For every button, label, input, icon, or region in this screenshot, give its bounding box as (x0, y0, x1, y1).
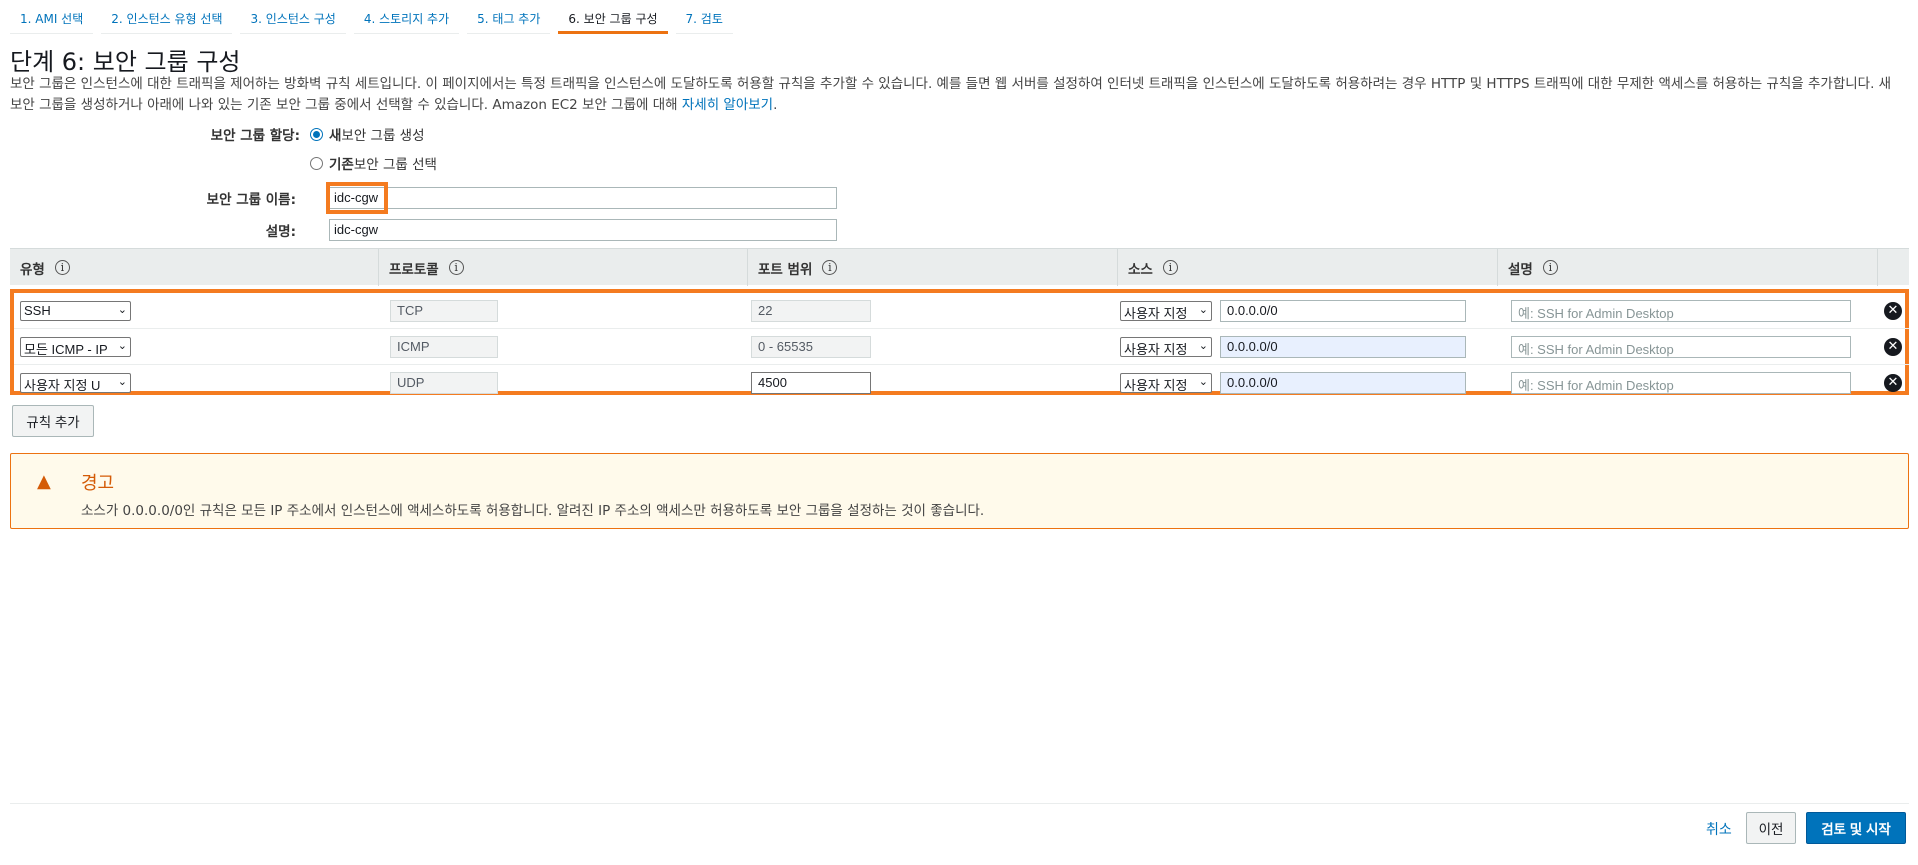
previous-button[interactable]: 이전 (1746, 812, 1796, 844)
table-row: 모든 ICMP - IP ⌄ ICMP 0 - 65535 사용자 지정 ⌄ 0.0… (14, 329, 1909, 365)
assign-label: 보안 그룹 할당: (210, 128, 300, 144)
radio-new-bold: 새 (329, 128, 342, 144)
source-type-value: 사용자 지정 (1124, 306, 1188, 321)
source-input[interactable]: 0.0.0.0/0 (1220, 372, 1466, 394)
port-field: 22 (751, 300, 871, 322)
remove-rule-icon[interactable]: ✕ (1884, 374, 1902, 392)
footer-divider (10, 803, 1909, 804)
radio-existing-label: 보안 그룹 선택 (353, 157, 437, 173)
radio-existing-group[interactable]: 기존 보안 그룹 선택 (310, 153, 437, 173)
tab-review[interactable]: 7. 검토 (675, 0, 733, 34)
radio-new-label: 보안 그룹 생성 (341, 128, 425, 144)
info-icon[interactable]: i (1162, 260, 1178, 275)
table-row: 사용자 지정 U ⌄ UDP 4500 사용자 지정 ⌄ 0.0.0.0/0 예: … (14, 365, 1909, 401)
add-rule-button[interactable]: 규칙 추가 (12, 405, 94, 437)
tab-security-group[interactable]: 6. 보안 그룹 구성 (558, 0, 668, 34)
intro-body: 보안 그룹은 인스턴스에 대한 트래픽을 제어하는 방화벽 규칙 세트입니다. … (10, 76, 1892, 113)
radio-existing-button[interactable] (310, 156, 323, 170)
rule-description-input[interactable]: 예: SSH for Admin Desktop (1511, 336, 1851, 358)
chevron-down-icon: ⌄ (117, 376, 127, 388)
header-type: 유형 i (10, 249, 379, 286)
group-name-label: 보안 그룹 이름: (206, 192, 296, 208)
source-type-value: 사용자 지정 (1124, 342, 1188, 357)
tab-ami[interactable]: 1. AMI 선택 (10, 0, 94, 34)
group-desc-input[interactable]: idc-cgw (329, 219, 837, 241)
intro-text: 보안 그룹은 인스턴스에 대한 트래픽을 제어하는 방화벽 규칙 세트입니다. … (10, 74, 1900, 116)
table-row: SSH ⌄ TCP 22 사용자 지정 ⌄ 0.0.0.0/0 예: SSH for… (14, 293, 1909, 329)
group-name-input[interactable]: idc-cgw (329, 187, 837, 209)
intro-end: . (773, 97, 778, 113)
review-launch-button[interactable]: 검토 및 시작 (1806, 812, 1906, 844)
radio-new-button[interactable] (310, 127, 323, 141)
warning-triangle-icon: ▲ (37, 471, 51, 492)
protocol-field: UDP (390, 372, 498, 394)
chevron-down-icon: ⌄ (1198, 304, 1208, 316)
tab-storage[interactable]: 4. 스토리지 추가 (353, 0, 460, 34)
header-source: 소스 i (1118, 249, 1498, 286)
radio-new-group[interactable]: 새 보안 그룹 생성 (310, 124, 425, 144)
group-name-highlight (326, 182, 388, 214)
chevron-down-icon: ⌄ (117, 340, 127, 352)
chevron-down-icon: ⌄ (117, 304, 127, 316)
tab-instance-type[interactable]: 2. 인스턴스 유형 선택 (101, 0, 233, 34)
chevron-down-icon: ⌄ (1198, 340, 1208, 352)
header-protocol-label: 프로토콜 (389, 261, 439, 278)
protocol-field: TCP (390, 300, 498, 322)
info-icon[interactable]: i (1542, 260, 1558, 275)
info-icon[interactable]: i (448, 260, 464, 275)
type-value: SSH (24, 303, 51, 318)
type-select[interactable]: SSH ⌄ (20, 301, 131, 321)
page-title: 단계 6: 보안 그룹 구성 (10, 48, 241, 76)
info-icon[interactable]: i (822, 260, 838, 275)
tab-tags[interactable]: 5. 태그 추가 (467, 0, 551, 34)
header-protocol: 프로토콜 i (379, 249, 748, 286)
radio-existing-bold: 기존 (329, 157, 354, 173)
header-source-label: 소스 (1128, 261, 1153, 278)
chevron-down-icon: ⌄ (1198, 376, 1208, 388)
type-select[interactable]: 모든 ICMP - IP ⌄ (20, 337, 131, 357)
cancel-link[interactable]: 취소 (1706, 819, 1732, 839)
protocol-field: ICMP (390, 336, 498, 358)
info-icon[interactable]: i (54, 260, 70, 275)
remove-rule-icon[interactable]: ✕ (1884, 338, 1902, 356)
warning-alert: ▲ 경고 소스가 0.0.0.0/0인 규칙은 모든 IP 주소에서 인스턴스에… (10, 453, 1909, 529)
header-type-label: 유형 (20, 261, 45, 278)
group-desc-label: 설명: (265, 224, 296, 240)
port-input[interactable]: 4500 (751, 372, 871, 394)
header-port-label: 포트 범위 (758, 261, 813, 278)
rules-table-header: 유형 i 프로토콜 i 포트 범위 i 소스 i 설명 i (10, 248, 1909, 286)
rule-description-input[interactable]: 예: SSH for Admin Desktop (1511, 372, 1851, 394)
source-type-select[interactable]: 사용자 지정 ⌄ (1120, 301, 1212, 321)
source-type-value: 사용자 지정 (1124, 378, 1188, 393)
source-type-select[interactable]: 사용자 지정 ⌄ (1120, 337, 1212, 357)
tab-configure-instance[interactable]: 3. 인스턴스 구성 (240, 0, 346, 34)
warning-title: 경고 (81, 473, 115, 494)
warning-text: 소스가 0.0.0.0/0인 규칙은 모든 IP 주소에서 인스턴스에 액세스하… (81, 503, 985, 519)
header-description-label: 설명 (1508, 261, 1533, 278)
source-input[interactable]: 0.0.0.0/0 (1220, 336, 1466, 358)
source-type-select[interactable]: 사용자 지정 ⌄ (1120, 373, 1212, 393)
header-port: 포트 범위 i (748, 249, 1118, 286)
rule-description-input[interactable]: 예: SSH for Admin Desktop (1511, 300, 1851, 322)
type-value: 사용자 지정 U (24, 378, 101, 393)
header-description: 설명 i (1498, 249, 1878, 286)
wizard-tabs: 1. AMI 선택 2. 인스턴스 유형 선택 3. 인스턴스 구성 4. 스토… (10, 0, 741, 34)
type-value: 모든 ICMP - IP (24, 342, 108, 357)
type-select[interactable]: 사용자 지정 U ⌄ (20, 373, 131, 393)
port-field: 0 - 65535 (751, 336, 871, 358)
source-input[interactable]: 0.0.0.0/0 (1220, 300, 1466, 322)
learn-more-link[interactable]: 자세히 알아보기 (682, 97, 773, 113)
remove-rule-icon[interactable]: ✕ (1884, 302, 1902, 320)
